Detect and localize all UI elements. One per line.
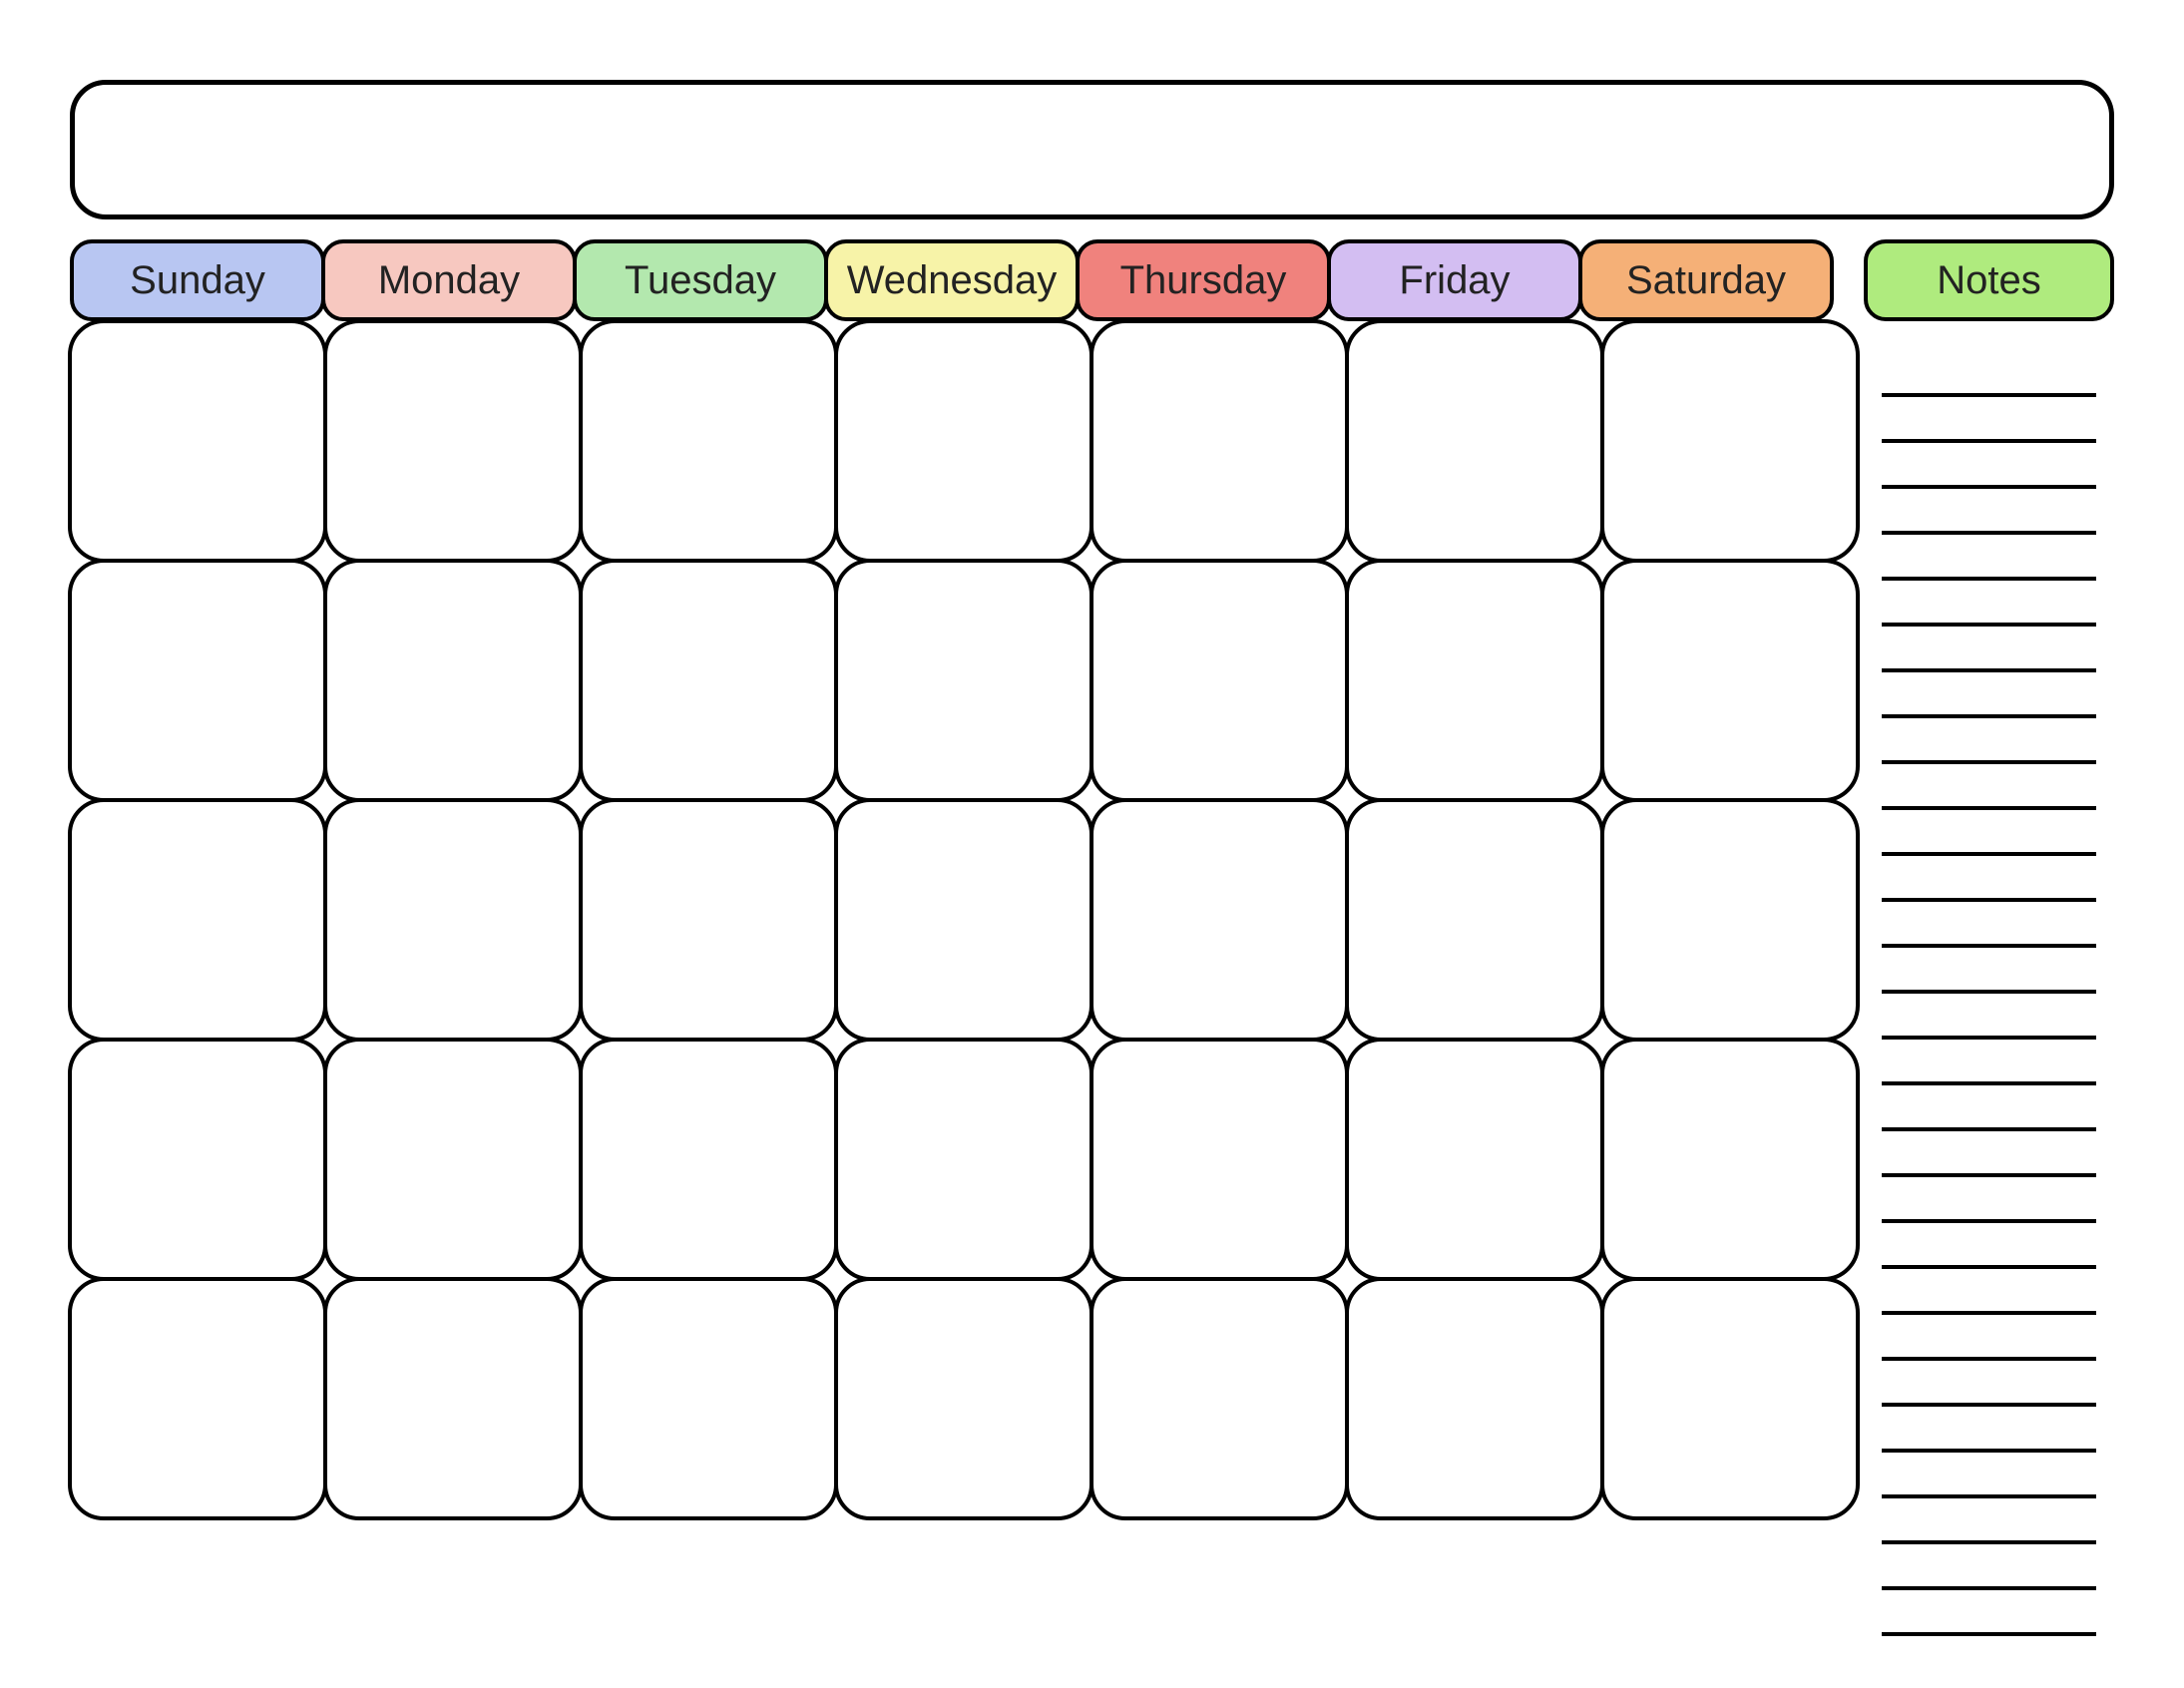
note-line[interactable] xyxy=(1882,1315,2096,1361)
date-cell[interactable] xyxy=(1345,1277,1604,1520)
calendar-body: Sunday Monday Tuesday Wednesday Thursday… xyxy=(70,239,2114,1636)
note-line[interactable] xyxy=(1882,1223,2096,1269)
weekday-label: Saturday xyxy=(1626,258,1786,303)
date-cell[interactable] xyxy=(1090,319,1349,563)
date-cell[interactable] xyxy=(68,559,327,802)
weekday-label: Thursday xyxy=(1120,258,1287,303)
note-line[interactable] xyxy=(1882,1453,2096,1498)
note-line[interactable] xyxy=(1882,397,2096,443)
weekday-label: Wednesday xyxy=(847,258,1058,303)
date-cell[interactable] xyxy=(834,559,1093,802)
note-line[interactable] xyxy=(1882,994,2096,1040)
date-cell[interactable] xyxy=(579,1038,838,1281)
date-cell[interactable] xyxy=(68,319,327,563)
note-line[interactable] xyxy=(1882,581,2096,627)
note-line[interactable] xyxy=(1882,351,2096,397)
date-cell[interactable] xyxy=(1600,559,1860,802)
notes-column: Notes xyxy=(1864,239,2114,1636)
date-cell[interactable] xyxy=(1600,319,1860,563)
note-line[interactable] xyxy=(1882,1085,2096,1131)
weekday-header-sunday: Sunday xyxy=(70,239,325,321)
weekday-label: Sunday xyxy=(130,258,265,303)
date-cell[interactable] xyxy=(834,798,1093,1042)
note-line[interactable] xyxy=(1882,948,2096,994)
date-cell[interactable] xyxy=(579,319,838,563)
date-cell[interactable] xyxy=(68,798,327,1042)
note-line[interactable] xyxy=(1882,627,2096,672)
calendar-page: Sunday Monday Tuesday Wednesday Thursday… xyxy=(0,0,2184,1688)
date-cell[interactable] xyxy=(1600,1277,1860,1520)
note-line[interactable] xyxy=(1882,672,2096,718)
note-line[interactable] xyxy=(1882,1361,2096,1407)
date-cell[interactable] xyxy=(1345,559,1604,802)
weekday-header-tuesday: Tuesday xyxy=(573,239,828,321)
note-line[interactable] xyxy=(1882,1177,2096,1223)
note-line[interactable] xyxy=(1882,1498,2096,1544)
date-cell[interactable] xyxy=(323,559,583,802)
note-line[interactable] xyxy=(1882,810,2096,856)
notes-lines[interactable] xyxy=(1864,321,2114,1636)
note-line[interactable] xyxy=(1882,1544,2096,1590)
note-line[interactable] xyxy=(1882,1131,2096,1177)
date-cell[interactable] xyxy=(1090,798,1349,1042)
date-cell[interactable] xyxy=(1090,559,1349,802)
date-cell[interactable] xyxy=(323,319,583,563)
note-line[interactable] xyxy=(1882,1407,2096,1453)
note-line[interactable] xyxy=(1882,535,2096,581)
weekday-header-wednesday: Wednesday xyxy=(824,239,1080,321)
weekday-header-row: Sunday Monday Tuesday Wednesday Thursday… xyxy=(70,239,1858,321)
date-cell[interactable] xyxy=(579,559,838,802)
calendar-grid-column: Sunday Monday Tuesday Wednesday Thursday… xyxy=(70,239,1858,1636)
date-cell[interactable] xyxy=(1345,798,1604,1042)
note-line[interactable] xyxy=(1882,1590,2096,1636)
date-cell[interactable] xyxy=(1600,798,1860,1042)
date-cell[interactable] xyxy=(834,319,1093,563)
date-grid xyxy=(70,321,1858,1518)
date-cell[interactable] xyxy=(68,1038,327,1281)
weekday-label: Friday xyxy=(1399,258,1510,303)
notes-header: Notes xyxy=(1864,239,2114,321)
weekday-label: Monday xyxy=(378,258,520,303)
date-cell[interactable] xyxy=(834,1038,1093,1281)
title-box[interactable] xyxy=(70,80,2114,219)
weekday-header-saturday: Saturday xyxy=(1578,239,1834,321)
weekday-label: Tuesday xyxy=(625,258,776,303)
date-cell[interactable] xyxy=(1090,1277,1349,1520)
date-cell[interactable] xyxy=(68,1277,327,1520)
weekday-header-monday: Monday xyxy=(321,239,577,321)
weekday-header-thursday: Thursday xyxy=(1076,239,1331,321)
date-cell[interactable] xyxy=(834,1277,1093,1520)
note-line[interactable] xyxy=(1882,1040,2096,1085)
weekday-header-friday: Friday xyxy=(1327,239,1582,321)
date-cell[interactable] xyxy=(1345,1038,1604,1281)
date-cell[interactable] xyxy=(1345,319,1604,563)
note-line[interactable] xyxy=(1882,856,2096,902)
note-line[interactable] xyxy=(1882,489,2096,535)
notes-label: Notes xyxy=(1937,258,2041,303)
date-cell[interactable] xyxy=(579,1277,838,1520)
date-cell[interactable] xyxy=(1090,1038,1349,1281)
note-line[interactable] xyxy=(1882,718,2096,764)
date-cell[interactable] xyxy=(323,1277,583,1520)
date-cell[interactable] xyxy=(323,798,583,1042)
note-line[interactable] xyxy=(1882,902,2096,948)
note-line[interactable] xyxy=(1882,443,2096,489)
date-cell[interactable] xyxy=(1600,1038,1860,1281)
date-cell[interactable] xyxy=(323,1038,583,1281)
note-line[interactable] xyxy=(1882,1269,2096,1315)
note-line[interactable] xyxy=(1882,764,2096,810)
date-cell[interactable] xyxy=(579,798,838,1042)
